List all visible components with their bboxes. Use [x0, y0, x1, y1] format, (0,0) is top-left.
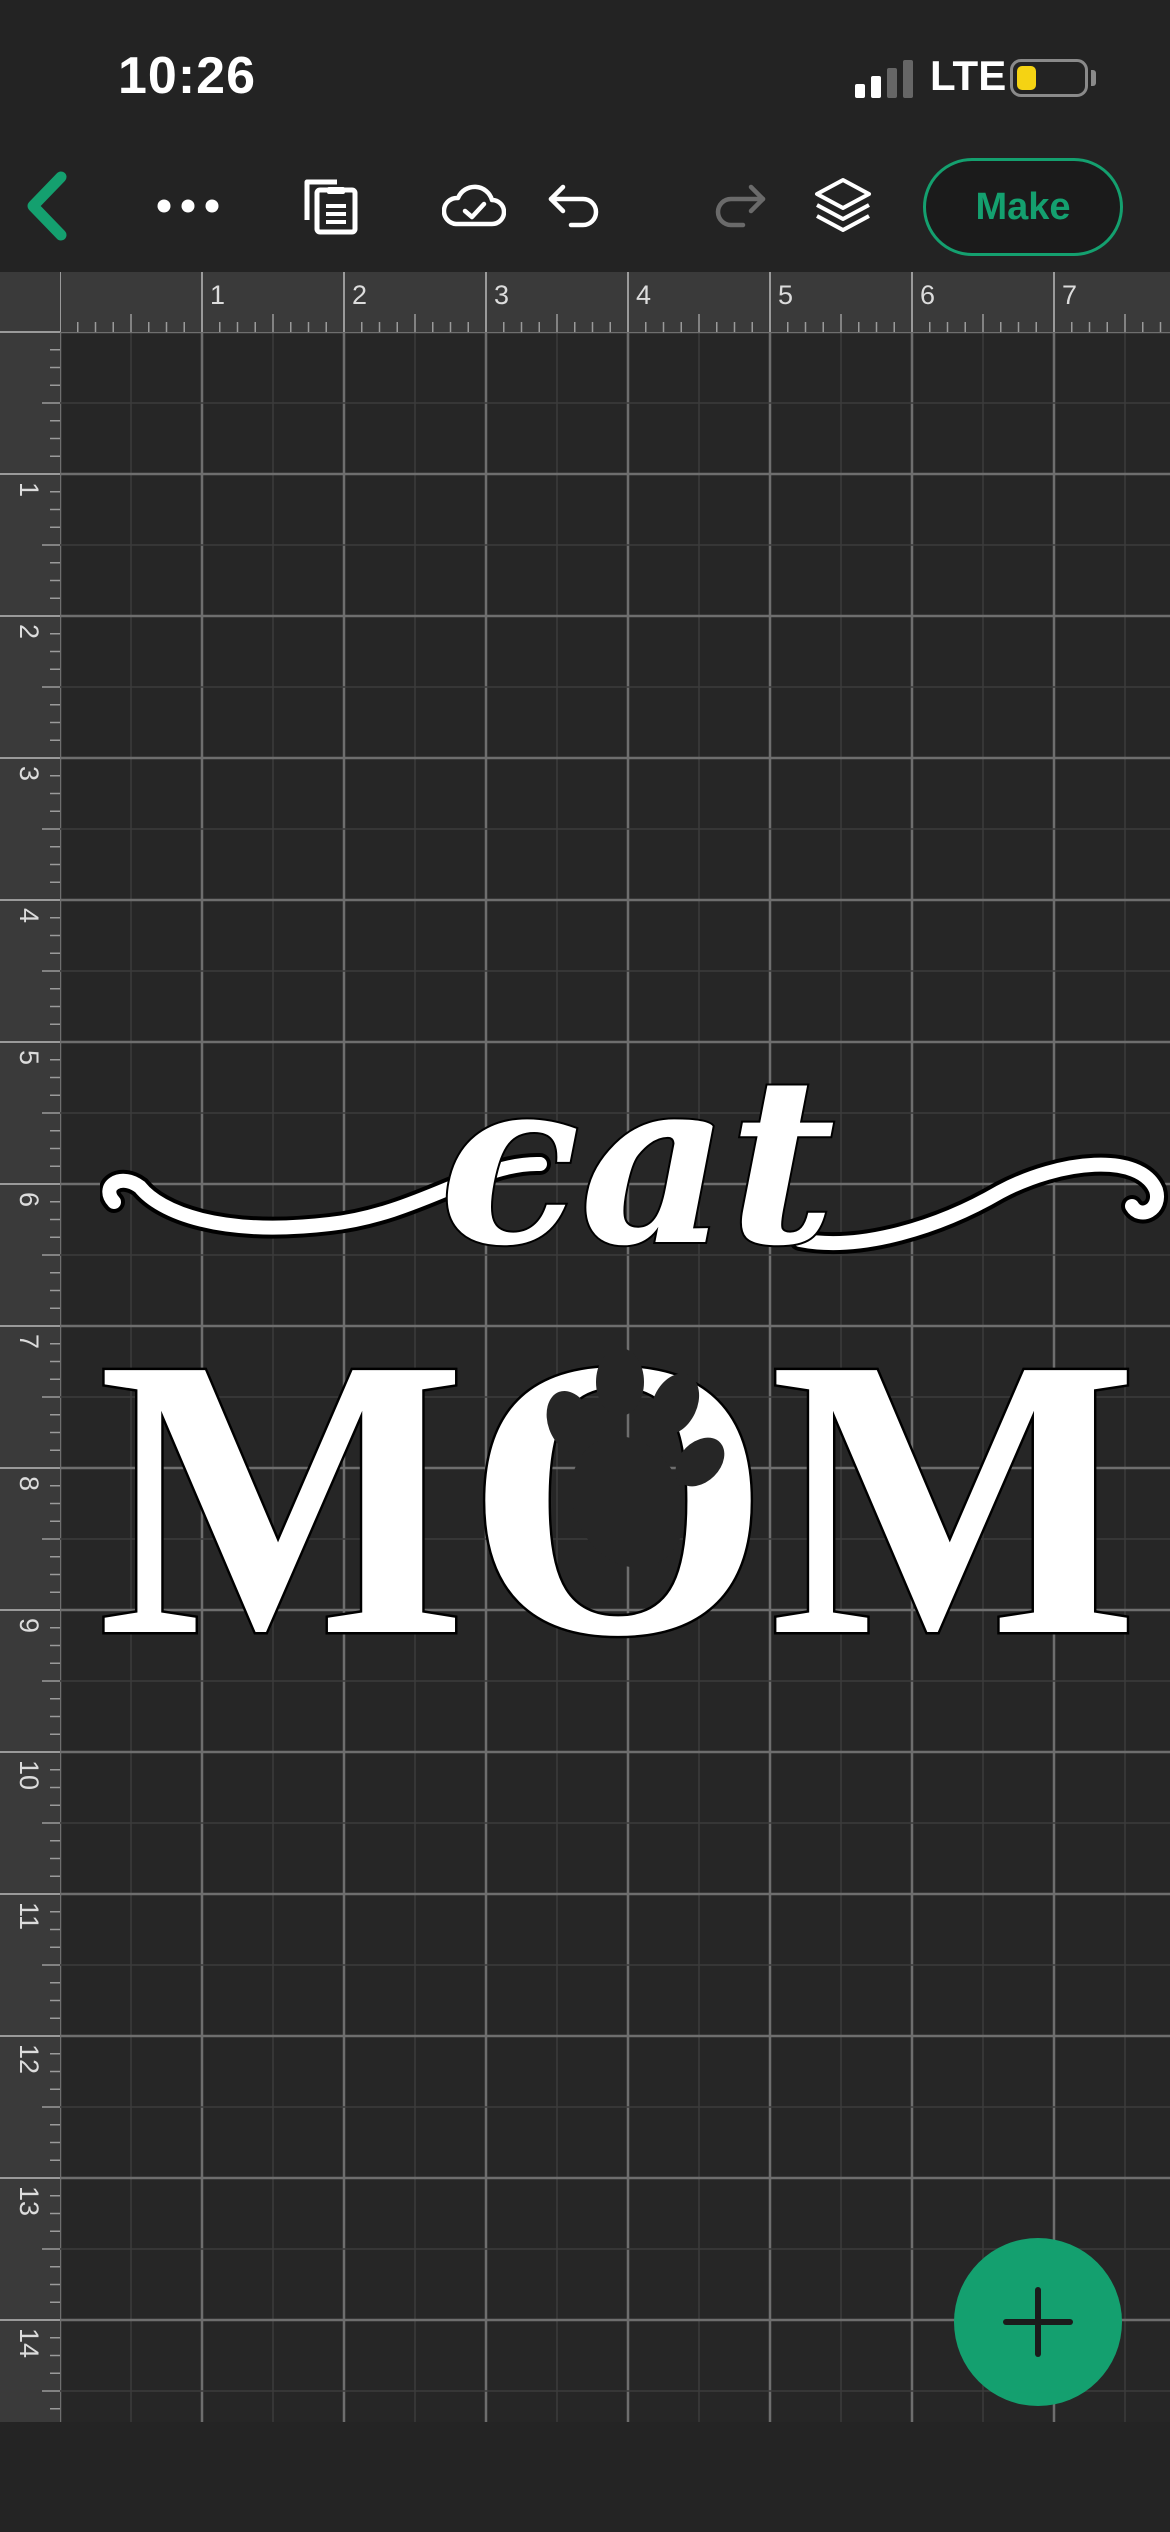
redo-icon	[715, 184, 766, 228]
plus-icon	[1003, 2287, 1073, 2357]
toolbar: Make	[0, 140, 1170, 272]
ruler-top-number: 2	[352, 280, 367, 310]
layers-icon	[815, 178, 871, 232]
signal-icon	[855, 60, 913, 98]
ruler-top-number: 3	[494, 280, 509, 310]
cloud-check-icon	[442, 184, 506, 227]
back-button[interactable]	[18, 140, 78, 272]
ruler-left-number: 14	[14, 2328, 44, 2358]
chevron-left-icon	[27, 171, 67, 241]
ruler-top-number: 7	[1062, 280, 1077, 310]
ruler-left-number: 1	[14, 482, 44, 497]
ruler-left-number: 6	[14, 1192, 44, 1207]
ruler-left-number: 3	[14, 766, 44, 781]
cat-mom-artwork: cat MOM	[96, 1025, 1168, 1722]
battery-nub	[1091, 70, 1096, 86]
ruler-left-number: 13	[14, 2186, 44, 2216]
cloud-save-button[interactable]	[440, 140, 508, 272]
ruler-left-number: 9	[14, 1618, 44, 1633]
clock: 10:26	[118, 47, 256, 105]
ruler-left-number: 4	[14, 908, 44, 923]
design-canvas[interactable]: cat MOM	[60, 332, 1170, 2422]
battery-icon	[1010, 59, 1088, 97]
ruler-top-number: 1	[210, 280, 225, 310]
battery-level	[1017, 66, 1036, 90]
ruler-left: 1 2 3 4 5 6 7 8 9 10 11 12 13 14	[0, 272, 60, 2422]
redo-button[interactable]	[710, 140, 770, 272]
ruler-top-ticks: 12345678	[59, 272, 1162, 332]
ruler-left-number: 2	[14, 624, 44, 639]
ruler-top-number: 4	[636, 280, 651, 310]
ruler-left-number: 11	[14, 1902, 44, 1930]
network-type: LTE	[930, 52, 1007, 99]
ruler-left-number: 12	[14, 2044, 44, 2074]
more-dots-icon	[157, 199, 219, 213]
clipboard-icon	[304, 179, 358, 235]
ruler-left-ticks: 1234567891011121314	[0, 331, 60, 2410]
undo-button[interactable]	[544, 140, 604, 272]
status-bar: 10:26 LTE	[0, 0, 1170, 140]
ruler-left-number: 5	[14, 1050, 44, 1065]
ruler-left-number: 7	[14, 1334, 44, 1349]
layers-button[interactable]	[810, 140, 876, 272]
clipboard-button[interactable]	[296, 140, 366, 272]
ruler-top-number: 6	[920, 280, 935, 310]
design-script-text: cat	[440, 1027, 835, 1297]
undo-icon	[548, 184, 599, 228]
more-button[interactable]	[148, 140, 228, 272]
ruler-left-number: 8	[14, 1476, 44, 1491]
app-screen: 10:26 LTE Make 1 2 3 4 5 6 7 1 2 3 4 5 6…	[0, 0, 1170, 2532]
cat-mom-design[interactable]: cat MOM	[96, 732, 1170, 1722]
ruler-top: 12345678	[0, 272, 1170, 332]
ruler-left-number: 10	[14, 1760, 44, 1790]
bottom-bar	[0, 2422, 1170, 2532]
ruler-top-number: 5	[778, 280, 793, 310]
add-button[interactable]	[954, 2238, 1122, 2406]
make-button[interactable]: Make	[923, 158, 1123, 256]
